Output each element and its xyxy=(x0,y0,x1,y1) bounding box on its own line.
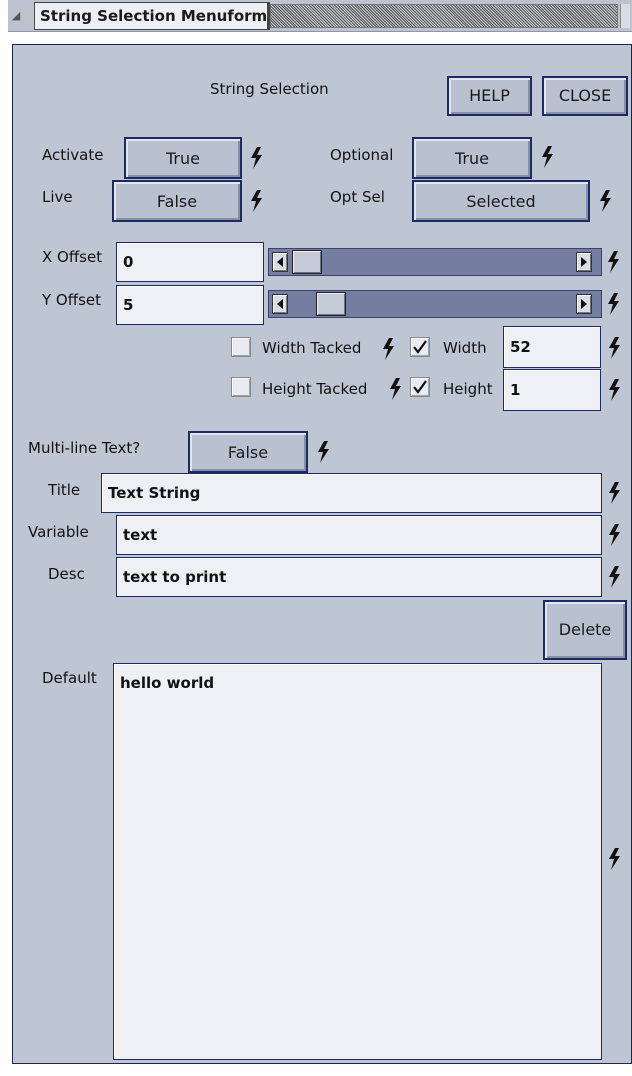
width-label: Width xyxy=(443,339,487,357)
live-label: Live xyxy=(42,188,73,206)
activate-label: Activate xyxy=(42,146,104,164)
opt-sel-label: Opt Sel xyxy=(330,188,385,206)
height-checkbox[interactable] xyxy=(410,377,430,397)
default-lightning-icon[interactable] xyxy=(607,848,621,870)
close-button[interactable]: CLOSE xyxy=(542,76,628,116)
multiline-label: Multi-line Text? xyxy=(28,439,141,457)
height-tacked-lightning-icon[interactable] xyxy=(388,378,402,400)
multiline-lightning-icon[interactable] xyxy=(316,441,330,463)
x-offset-field[interactable]: 0 xyxy=(116,242,264,282)
y-offset-field[interactable]: 5 xyxy=(116,285,264,325)
width-field[interactable]: 52 xyxy=(503,326,601,368)
y-offset-label: Y Offset xyxy=(42,291,101,309)
variable-lightning-icon[interactable] xyxy=(607,524,621,546)
title-label: Title xyxy=(48,481,81,499)
optional-lightning-icon[interactable] xyxy=(540,146,554,168)
window-resize-handle[interactable] xyxy=(620,4,630,28)
desc-field[interactable]: text to print xyxy=(116,557,602,597)
height-field[interactable]: 1 xyxy=(503,369,601,411)
delete-button[interactable]: Delete xyxy=(543,600,627,660)
width-tacked-lightning-icon[interactable] xyxy=(381,338,395,360)
window-menu-icon[interactable]: ◢ xyxy=(8,8,24,24)
window-title: String Selection Menuform xyxy=(34,2,270,30)
desc-label: Desc xyxy=(48,565,85,583)
x-offset-scroll-right-icon[interactable] xyxy=(576,252,592,272)
title-lightning-icon[interactable] xyxy=(607,482,621,504)
height-tacked-label: Height Tacked xyxy=(262,380,368,398)
help-button[interactable]: HELP xyxy=(447,76,532,116)
variable-field[interactable]: text xyxy=(116,515,602,555)
y-offset-slider-thumb[interactable] xyxy=(316,292,346,316)
height-label: Height xyxy=(443,380,493,398)
opt-sel-button[interactable]: Selected xyxy=(412,180,590,222)
x-offset-label: X Offset xyxy=(42,248,103,266)
live-lightning-icon[interactable] xyxy=(249,190,263,212)
variable-label: Variable xyxy=(28,523,89,541)
y-offset-scroll-left-icon[interactable] xyxy=(272,294,288,314)
multiline-button[interactable]: False xyxy=(188,431,308,473)
default-textarea[interactable]: hello world xyxy=(113,663,602,1060)
width-tacked-label: Width Tacked xyxy=(262,339,362,357)
titlebar-drag-area[interactable] xyxy=(270,4,618,28)
x-offset-scroll-left-icon[interactable] xyxy=(272,252,288,272)
live-button[interactable]: False xyxy=(112,180,242,222)
activate-lightning-icon[interactable] xyxy=(249,147,263,169)
height-lightning-icon[interactable] xyxy=(607,379,621,401)
x-offset-slider-thumb[interactable] xyxy=(292,250,322,274)
optional-button[interactable]: True xyxy=(412,137,532,179)
title-field[interactable]: Text String xyxy=(101,473,602,513)
desc-lightning-icon[interactable] xyxy=(607,566,621,588)
height-tacked-checkbox[interactable] xyxy=(231,377,251,397)
width-checkbox[interactable] xyxy=(410,337,430,357)
optional-label: Optional xyxy=(330,146,394,164)
width-lightning-icon[interactable] xyxy=(607,337,621,359)
y-offset-lightning-icon[interactable] xyxy=(606,293,620,315)
default-label: Default xyxy=(42,669,97,687)
width-tacked-checkbox[interactable] xyxy=(231,337,251,357)
x-offset-lightning-icon[interactable] xyxy=(606,251,620,273)
y-offset-scroll-right-icon[interactable] xyxy=(576,294,592,314)
form-title: String Selection xyxy=(210,80,329,98)
activate-button[interactable]: True xyxy=(124,137,242,179)
opt-sel-lightning-icon[interactable] xyxy=(598,190,612,212)
